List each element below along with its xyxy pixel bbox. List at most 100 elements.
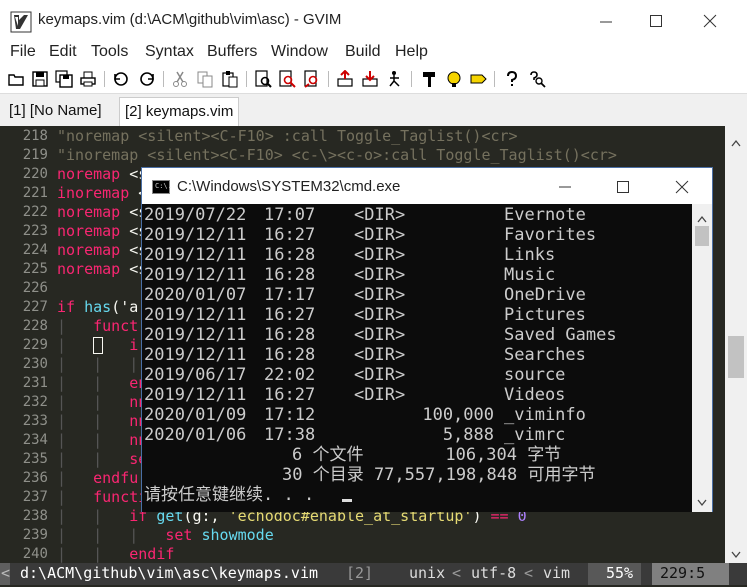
cmd-titlebar[interactable]: C:\. C:\Windows\SYSTEM32\cmd.exe (142, 168, 712, 204)
menu-buffers[interactable]: Buffers (207, 43, 257, 61)
code-token-guide: | (57, 336, 94, 354)
gvim-vertical-scrollbar[interactable] (725, 126, 747, 563)
console-cursor (342, 499, 352, 502)
dir-entry-type: <DIR> (354, 385, 406, 405)
code-token-kw: if (57, 298, 76, 316)
code-text: noremap <s (57, 260, 147, 279)
find-prev-icon[interactable] (303, 70, 321, 88)
code-token-guide: | (57, 317, 94, 335)
cmd-console-output[interactable]: 6 个文件 106,304 字节 30 个目录 77,557,198,848 可… (142, 204, 692, 512)
redo-icon[interactable] (138, 70, 156, 88)
line-number: 230 (22, 356, 48, 372)
status-filetype: vim (543, 564, 571, 582)
dir-entry-date: 2020/01/07 (144, 285, 247, 305)
paste-icon[interactable] (221, 70, 239, 88)
make-icon[interactable] (420, 70, 438, 88)
dir-entry-date: 2019/12/11 (144, 225, 247, 245)
menu-file[interactable]: File (10, 43, 36, 61)
help-search-icon[interactable] (528, 70, 546, 88)
help-icon[interactable] (503, 70, 521, 88)
status-separator-icon: < (452, 564, 462, 582)
scroll-down-icon[interactable] (731, 546, 741, 559)
cmd-scroll-up-icon[interactable] (697, 210, 707, 223)
dir-entry-name: _vimrc (504, 425, 566, 445)
menu-help[interactable]: Help (395, 43, 428, 61)
cmd-scroll-down-icon[interactable] (697, 494, 707, 507)
line-number: 233 (22, 413, 48, 429)
cmd-window-title: C:\Windows\SYSTEM32\cmd.exe (177, 178, 401, 195)
code-text: "noremap <silent><C-F10> :call Toggle_Ta… (57, 127, 518, 146)
find-next-icon[interactable] (278, 70, 296, 88)
line-number: 218 (22, 128, 48, 144)
code-token-kw: i (129, 336, 139, 354)
tag-jump-icon[interactable] (469, 70, 487, 88)
undo-icon[interactable] (112, 70, 130, 88)
tab-no-name[interactable]: [1] [No Name] (4, 97, 107, 126)
code-text: | funct (57, 317, 138, 336)
code-text: noremap <s (57, 222, 147, 241)
copy-icon[interactable] (196, 70, 214, 88)
gvim-titlebar[interactable]: keymaps.vim (d:\ACM\github\vim\asc) - GV… (0, 0, 747, 42)
code-text: | | nn (57, 431, 147, 450)
dir-entry-date: 2019/07/22 (144, 205, 247, 225)
maximize-button[interactable] (636, 6, 676, 36)
status-encoding: utf-8 (471, 564, 517, 582)
dir-entry-date: 2019/12/11 (144, 245, 247, 265)
code-token-guide: | | (57, 507, 130, 525)
scrollbar-thumb[interactable] (728, 336, 744, 378)
menu-tools[interactable]: Tools (91, 43, 128, 61)
dir-entry-name: Evernote (504, 205, 586, 225)
code-token-kw: set (165, 526, 193, 544)
line-number: 231 (22, 375, 48, 391)
tab-keymaps-vim[interactable]: [2] keymaps.vim (119, 97, 240, 126)
dir-entry-type: <DIR> (354, 365, 406, 385)
save-icon[interactable] (31, 70, 49, 88)
line-number: 237 (22, 489, 48, 505)
status-position: 229:5 (652, 563, 730, 585)
text-cursor (93, 337, 103, 354)
toolbar-separator (328, 71, 329, 87)
cmd-vertical-scrollbar[interactable] (692, 204, 712, 512)
run-script-icon[interactable] (386, 70, 404, 88)
cmd-minimize-button[interactable] (550, 174, 580, 198)
dir-entry-time: 17:12 (264, 405, 316, 425)
line-number: 232 (22, 394, 48, 410)
code-text: | | se (57, 450, 147, 469)
cut-icon[interactable] (171, 70, 189, 88)
dir-entry-time: 16:28 (264, 345, 316, 365)
dir-entry-name: Saved Games (504, 325, 617, 345)
dir-entry-name: Searches (504, 345, 586, 365)
menu-edit[interactable]: Edit (49, 43, 77, 61)
run-ctags-icon[interactable] (445, 70, 463, 88)
dir-entry-time: 16:27 (264, 225, 316, 245)
dir-entry-time: 17:07 (264, 205, 316, 225)
line-number: 229 (22, 337, 48, 353)
print-icon[interactable] (79, 70, 97, 88)
line-number: 236 (22, 470, 48, 486)
cmd-scrollbar-thumb[interactable] (695, 226, 709, 246)
code-text: if has('a (57, 298, 138, 317)
cmd-maximize-button[interactable] (608, 174, 638, 198)
status-fileformat: unix (409, 564, 446, 582)
code-token-guide: | | (57, 431, 130, 449)
menu-window[interactable]: Window (271, 43, 328, 61)
minimize-button[interactable] (586, 6, 626, 36)
scroll-up-icon[interactable] (731, 134, 741, 147)
load-session-icon[interactable] (336, 70, 354, 88)
toolbar-separator (246, 71, 247, 87)
menu-syntax[interactable]: Syntax (145, 43, 194, 61)
save-session-icon[interactable] (361, 70, 379, 88)
close-button[interactable] (690, 6, 730, 36)
statusline: < d:\ACM\github\vim\asc\keymaps.vim [2] … (0, 563, 747, 585)
code-text: inoremap < (57, 184, 147, 203)
cmd-app-icon: C:\. (152, 180, 172, 194)
save-all-icon[interactable] (55, 70, 73, 88)
open-icon[interactable] (7, 70, 25, 88)
cmd-close-button[interactable] (667, 174, 697, 198)
code-token-plain: ('a (111, 298, 139, 316)
menu-build[interactable]: Build (345, 43, 381, 61)
line-number: 240 (22, 546, 48, 562)
toolbar-separator (104, 71, 105, 87)
find-icon[interactable] (254, 70, 272, 88)
